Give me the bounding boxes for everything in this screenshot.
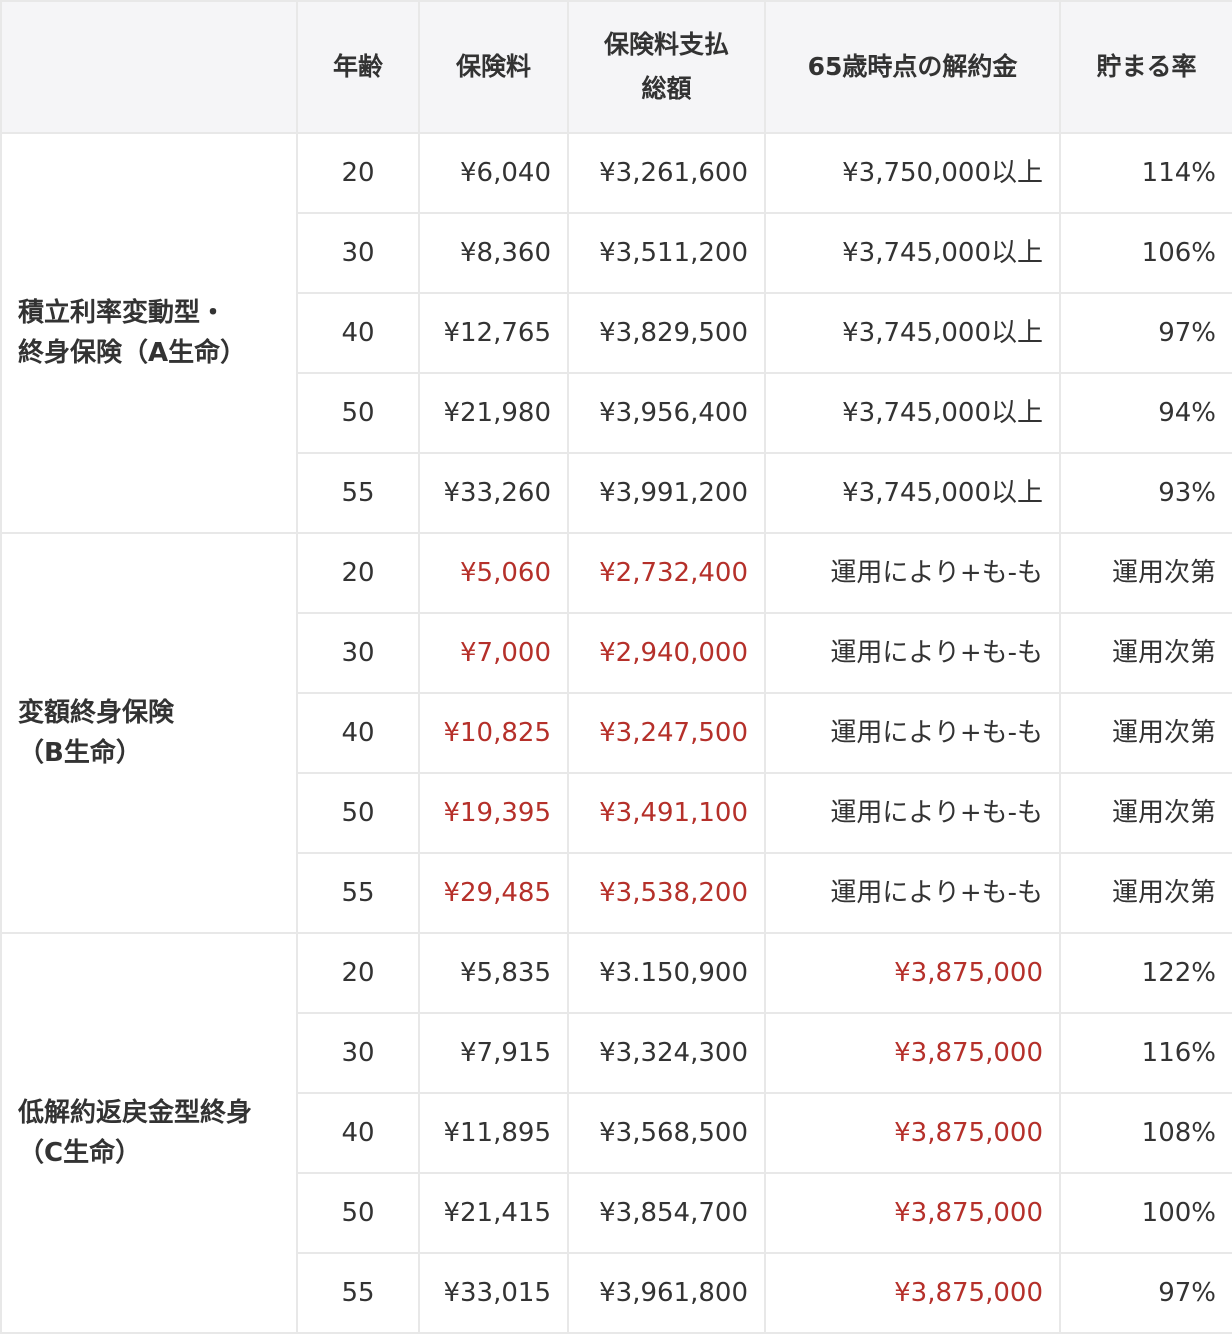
premium-cell: ¥21,980 [418,372,569,454]
premium-cell: ¥8,360 [418,212,569,294]
age-cell: 50 [296,372,420,454]
table-row: 低解約返戻金型終身 （C生命） 20 ¥5,835 ¥3.150,900 ¥3,8… [0,932,1232,1334]
header-accumulation-rate: 貯まる率 [1059,0,1232,134]
surrender-value-cell: 運用により+も-も [764,612,1061,694]
accumulation-rate-cell: 運用次第 [1059,852,1232,934]
accumulation-rate-cell: 97% [1059,292,1232,374]
total-paid-cell-highlighted: ¥3,491,100 [567,772,766,854]
accumulation-rate-cell: 116% [1059,1012,1232,1094]
plan-name-a: 積立利率変動型・ 終身保険（A生命） [0,132,298,534]
premium-cell-highlighted: ¥29,485 [418,852,569,934]
surrender-value-cell-highlighted: ¥3,875,000 [764,1252,1061,1334]
plan-name-line1: 低解約返戻金型終身 [18,1098,253,1128]
surrender-value-cell: 運用により+も-も [764,772,1061,854]
header-total-paid: 保険料支払 総額 [567,0,766,134]
accumulation-rate-cell: 100% [1059,1172,1232,1254]
surrender-value-cell: ¥3,745,000以上 [764,372,1061,454]
age-cell: 50 [296,1172,420,1254]
accumulation-rate-cell: 運用次第 [1059,612,1232,694]
age-cell: 40 [296,692,420,774]
age-cell: 30 [296,212,420,294]
premium-cell: ¥21,415 [418,1172,569,1254]
age-cell: 55 [296,452,420,534]
header-total-line2: 総額 [641,74,692,103]
surrender-value-cell: ¥3,750,000以上 [764,132,1061,214]
accumulation-rate-cell: 93% [1059,452,1232,534]
age-cell: 30 [296,612,420,694]
surrender-value-cell: 運用により+も-も [764,532,1061,614]
accumulation-rate-cell: 94% [1059,372,1232,454]
total-paid-cell-highlighted: ¥2,940,000 [567,612,766,694]
age-cell: 40 [296,292,420,374]
plan-name-line2: （C生命） [18,1138,142,1168]
total-paid-cell: ¥3,324,300 [567,1012,766,1094]
age-cell: 40 [296,1092,420,1174]
surrender-value-cell: ¥3,745,000以上 [764,452,1061,534]
surrender-value-cell-highlighted: ¥3,875,000 [764,932,1061,1014]
premium-cell-highlighted: ¥19,395 [418,772,569,854]
accumulation-rate-cell: 97% [1059,1252,1232,1334]
surrender-value-cell: ¥3,745,000以上 [764,212,1061,294]
insurance-comparison-table: 年齢 保険料 保険料支払総額 65歳時点の解約金 貯まる率 積立利率変動型・ 終身… [0,0,1232,1334]
premium-cell: ¥33,015 [418,1252,569,1334]
premium-cell: ¥11,895 [418,1092,569,1174]
table-row: 積立利率変動型・ 終身保険（A生命） 20 ¥6,040 ¥3,261,600 ¥… [0,132,1232,534]
plan-name-line2: 終身保険（A生命） [18,338,247,368]
premium-cell: ¥5,835 [418,932,569,1014]
plan-name-line2: （B生命） [18,738,142,768]
age-cell: 30 [296,1012,420,1094]
plan-name-c: 低解約返戻金型終身 （C生命） [0,932,298,1334]
premium-cell-highlighted: ¥5,060 [418,532,569,614]
header-total-line1: 保険料支払 [603,30,729,59]
header-premium: 保険料 [418,0,569,134]
total-paid-cell: ¥3,956,400 [567,372,766,454]
total-paid-cell-highlighted: ¥3,247,500 [567,692,766,774]
total-paid-cell: ¥3.150,900 [567,932,766,1014]
premium-cell: ¥33,260 [418,452,569,534]
total-paid-cell: ¥3,829,500 [567,292,766,374]
age-cell: 55 [296,1252,420,1334]
table-row: 変額終身保険 （B生命） 20 ¥5,060 ¥2,732,400 運用により+も… [0,532,1232,934]
total-paid-cell: ¥3,511,200 [567,212,766,294]
header-surrender-value: 65歳時点の解約金 [764,0,1061,134]
total-paid-cell: ¥3,854,700 [567,1172,766,1254]
age-cell: 20 [296,932,420,1014]
accumulation-rate-cell: 運用次第 [1059,772,1232,854]
age-cell: 50 [296,772,420,854]
header-age: 年齢 [296,0,420,134]
header-row: 年齢 保険料 保険料支払総額 65歳時点の解約金 貯まる率 [0,0,1232,134]
accumulation-rate-cell: 122% [1059,932,1232,1014]
premium-cell-highlighted: ¥10,825 [418,692,569,774]
surrender-value-cell: ¥3,745,000以上 [764,292,1061,374]
table-header: 年齢 保険料 保険料支払総額 65歳時点の解約金 貯まる率 [0,0,1232,134]
total-paid-cell: ¥3,261,600 [567,132,766,214]
premium-cell-highlighted: ¥7,000 [418,612,569,694]
table-body: 積立利率変動型・ 終身保険（A生命） 20 ¥6,040 ¥3,261,600 ¥… [0,132,1232,1334]
accumulation-rate-cell: 106% [1059,212,1232,294]
total-paid-cell: ¥3,991,200 [567,452,766,534]
accumulation-rate-cell: 114% [1059,132,1232,214]
total-paid-cell: ¥3,961,800 [567,1252,766,1334]
header-corner-cell [0,0,298,134]
surrender-value-cell-highlighted: ¥3,875,000 [764,1092,1061,1174]
plan-name-line1: 変額終身保険 [18,698,175,728]
accumulation-rate-cell: 108% [1059,1092,1232,1174]
age-cell: 55 [296,852,420,934]
total-paid-cell: ¥3,568,500 [567,1092,766,1174]
surrender-value-cell: 運用により+も-も [764,692,1061,774]
plan-name-line1: 積立利率変動型・ [18,298,227,328]
surrender-value-cell-highlighted: ¥3,875,000 [764,1012,1061,1094]
age-cell: 20 [296,132,420,214]
total-paid-cell-highlighted: ¥3,538,200 [567,852,766,934]
accumulation-rate-cell: 運用次第 [1059,692,1232,774]
premium-cell: ¥7,915 [418,1012,569,1094]
plan-name-b: 変額終身保険 （B生命） [0,532,298,934]
premium-cell: ¥12,765 [418,292,569,374]
surrender-value-cell-highlighted: ¥3,875,000 [764,1172,1061,1254]
premium-cell: ¥6,040 [418,132,569,214]
total-paid-cell-highlighted: ¥2,732,400 [567,532,766,614]
age-cell: 20 [296,532,420,614]
accumulation-rate-cell: 運用次第 [1059,532,1232,614]
surrender-value-cell: 運用により+も-も [764,852,1061,934]
